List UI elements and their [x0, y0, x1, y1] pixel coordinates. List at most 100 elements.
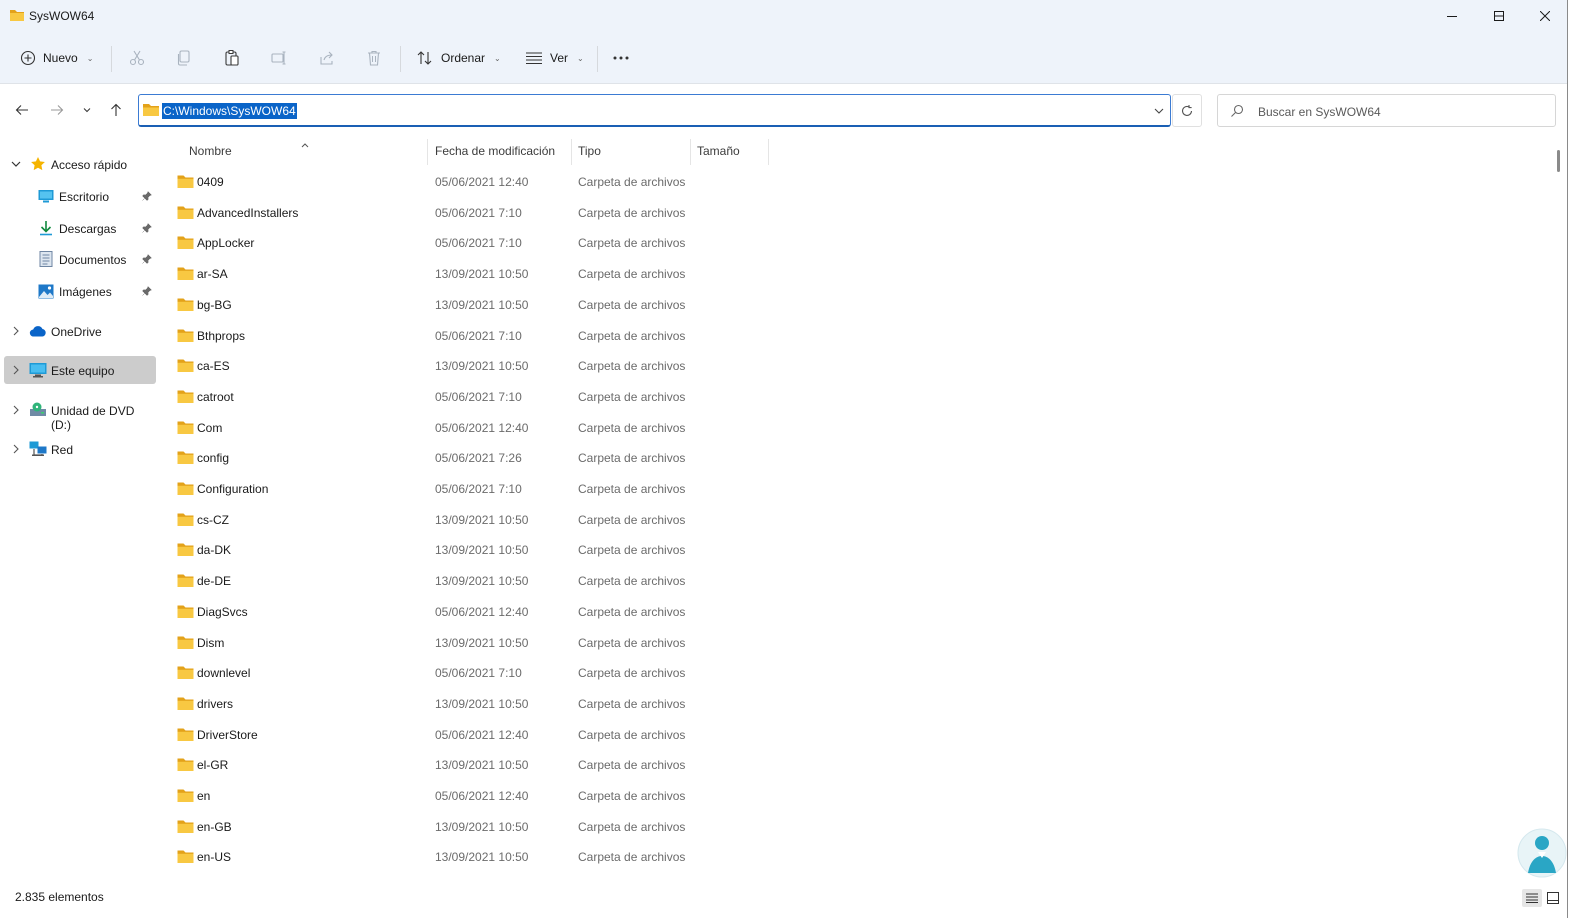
search-box[interactable]: Buscar en SysWOW64 — [1217, 94, 1556, 127]
address-bar[interactable]: C:\Windows\SysWOW64 — [138, 94, 1171, 127]
share-button[interactable] — [317, 48, 337, 68]
nav-item-this-pc[interactable]: Este equipo — [4, 356, 156, 384]
folder-icon — [177, 266, 194, 284]
nav-item-onedrive[interactable]: OneDrive — [4, 317, 156, 345]
file-row[interactable]: AdvancedInstallers 05/06/2021 7:10 Carpeta… — [170, 198, 1555, 228]
nav-item-network[interactable]: Red — [4, 435, 156, 463]
close-button[interactable] — [1522, 0, 1567, 32]
file-type: Carpeta de archivos — [578, 175, 686, 189]
file-row[interactable]: en 05/06/2021 12:40 Carpeta de archivos — [170, 781, 1555, 811]
nav-onedrive-label: OneDrive — [51, 325, 102, 339]
chevron-down-icon[interactable] — [1154, 104, 1164, 118]
nav-network-label: Red — [51, 443, 74, 457]
details-view-button[interactable] — [1522, 889, 1542, 907]
file-row[interactable]: da-DK 13/09/2021 10:50 Carpeta de archivos — [170, 535, 1555, 565]
file-row[interactable]: bg-BG 13/09/2021 10:50 Carpeta de archivos — [170, 290, 1555, 320]
chevron-right-icon[interactable] — [10, 364, 22, 376]
nav-item-downloads[interactable]: Descargas — [4, 214, 156, 242]
refresh-button[interactable] — [1172, 94, 1202, 127]
view-icon — [526, 52, 542, 65]
column-header-name[interactable]: Nombre — [189, 135, 425, 167]
chevron-down-icon[interactable] — [10, 158, 22, 170]
column-header-type[interactable]: Tipo — [578, 135, 688, 167]
file-row[interactable]: en-GB 13/09/2021 10:50 Carpeta de archivos — [170, 812, 1555, 842]
delete-button[interactable] — [364, 48, 384, 68]
file-name: en-US — [197, 850, 232, 865]
file-name: da-DK — [197, 543, 232, 558]
folder-icon — [142, 102, 160, 121]
file-name: drivers — [197, 696, 234, 711]
address-path[interactable]: C:\Windows\SysWOW64 — [162, 103, 297, 119]
column-divider[interactable] — [427, 139, 428, 165]
nav-quick-access[interactable]: Acceso rápido — [4, 150, 156, 178]
file-row[interactable]: el-GR 13/09/2021 10:50 Carpeta de archivos — [170, 750, 1555, 780]
file-row[interactable]: Configuration 05/06/2021 7:10 Carpeta de a… — [170, 474, 1555, 504]
file-row[interactable]: catroot 05/06/2021 7:10 Carpeta de archivo… — [170, 382, 1555, 412]
folder-icon — [177, 573, 194, 591]
column-divider[interactable] — [768, 139, 769, 165]
command-bar: Nuevo ⌄ Ordenar ⌄ Ver ⌄ — [0, 32, 1567, 84]
nav-item-label: Imágenes — [59, 285, 112, 299]
file-row[interactable]: config 05/06/2021 7:26 Carpeta de archivos — [170, 443, 1555, 473]
copy-button[interactable] — [174, 48, 194, 68]
column-divider[interactable] — [690, 139, 691, 165]
file-row[interactable]: AppLocker 05/06/2021 7:10 Carpeta de archi… — [170, 228, 1555, 258]
cut-icon — [129, 50, 145, 66]
large-icons-view-button[interactable] — [1544, 889, 1562, 907]
file-row[interactable]: DiagSvcs 05/06/2021 12:40 Carpeta de archi… — [170, 597, 1555, 627]
download-icon — [37, 219, 55, 237]
file-name: ca-ES — [197, 359, 230, 374]
chevron-right-icon[interactable] — [10, 404, 22, 416]
sort-ascending-icon — [301, 137, 309, 151]
file-explorer-window: SysWOW64 Nuevo ⌄ Ordenar ⌄ Ver ⌄ C:\Wind… — [0, 0, 1568, 918]
more-options-button[interactable] — [611, 48, 631, 68]
chevron-right-icon[interactable] — [10, 443, 22, 455]
copy-icon — [177, 50, 190, 66]
recent-locations-button[interactable] — [77, 100, 97, 120]
file-date: 05/06/2021 7:10 — [435, 482, 522, 496]
up-button[interactable] — [106, 100, 126, 120]
minimize-button-real[interactable] — [1429, 0, 1475, 32]
nav-item-dvd[interactable]: Unidad de DVD (D:) — [4, 396, 156, 432]
divider — [400, 46, 401, 72]
column-divider[interactable] — [571, 139, 572, 165]
new-button[interactable]: Nuevo ⌄ — [20, 44, 93, 72]
file-type: Carpeta de archivos — [578, 789, 686, 803]
share-icon — [320, 51, 333, 65]
back-button[interactable] — [12, 100, 32, 120]
column-header-size[interactable]: Tamaño — [697, 135, 767, 167]
file-row[interactable]: de-DE 13/09/2021 10:50 Carpeta de archivos — [170, 566, 1555, 596]
cut-button[interactable] — [127, 48, 147, 68]
file-row[interactable]: drivers 13/09/2021 10:50 Carpeta de archiv… — [170, 689, 1555, 719]
nav-item-pictures[interactable]: Imágenes — [4, 277, 156, 305]
view-button[interactable]: Ver ⌄ — [525, 44, 584, 72]
file-row[interactable]: ca-ES 13/09/2021 10:50 Carpeta de archivos — [170, 351, 1555, 381]
file-date: 05/06/2021 7:10 — [435, 328, 522, 343]
file-row[interactable]: Dism 13/09/2021 10:50 Carpeta de archivos — [170, 628, 1555, 658]
folder-icon — [177, 389, 194, 407]
column-header-date[interactable]: Fecha de modificación — [435, 135, 570, 167]
file-row[interactable]: DriverStore 05/06/2021 12:40 Carpeta de ar… — [170, 720, 1555, 750]
file-row[interactable]: cs-CZ 13/09/2021 10:50 Carpeta de archivos — [170, 505, 1555, 535]
file-row[interactable]: ar-SA 13/09/2021 10:50 Carpeta de archivos — [170, 259, 1555, 289]
file-type: Carpeta de archivos — [578, 543, 686, 558]
rename-button[interactable] — [269, 48, 289, 68]
folder-icon — [177, 635, 194, 653]
file-row[interactable]: Bthprops 05/06/2021 7:10 Carpeta de archiv… — [170, 321, 1555, 351]
file-row[interactable]: downlevel 05/06/2021 7:10 Carpeta de archi… — [170, 658, 1555, 688]
file-row[interactable]: 0409 05/06/2021 12:40 Carpeta de archivos — [170, 167, 1555, 197]
file-date: 05/06/2021 7:10 — [435, 389, 522, 404]
vertical-scrollbar[interactable] — [1557, 150, 1560, 172]
refresh-icon — [1181, 104, 1193, 116]
file-name: AdvancedInstallers — [197, 205, 299, 220]
file-row[interactable]: Com 05/06/2021 12:40 Carpeta de archivos — [170, 413, 1555, 443]
chevron-right-icon[interactable] — [10, 325, 22, 337]
file-row[interactable]: en-US 13/09/2021 10:50 Carpeta de archivos — [170, 842, 1555, 872]
file-name: config — [197, 451, 230, 466]
nav-item-documents[interactable]: Documentos — [4, 245, 156, 273]
nav-item-desktop[interactable]: Escritorio — [4, 182, 156, 210]
paste-button[interactable] — [222, 48, 242, 68]
maximize-button-real[interactable] — [1476, 0, 1522, 32]
sort-button[interactable]: Ordenar ⌄ — [416, 44, 501, 72]
forward-button[interactable] — [47, 100, 67, 120]
